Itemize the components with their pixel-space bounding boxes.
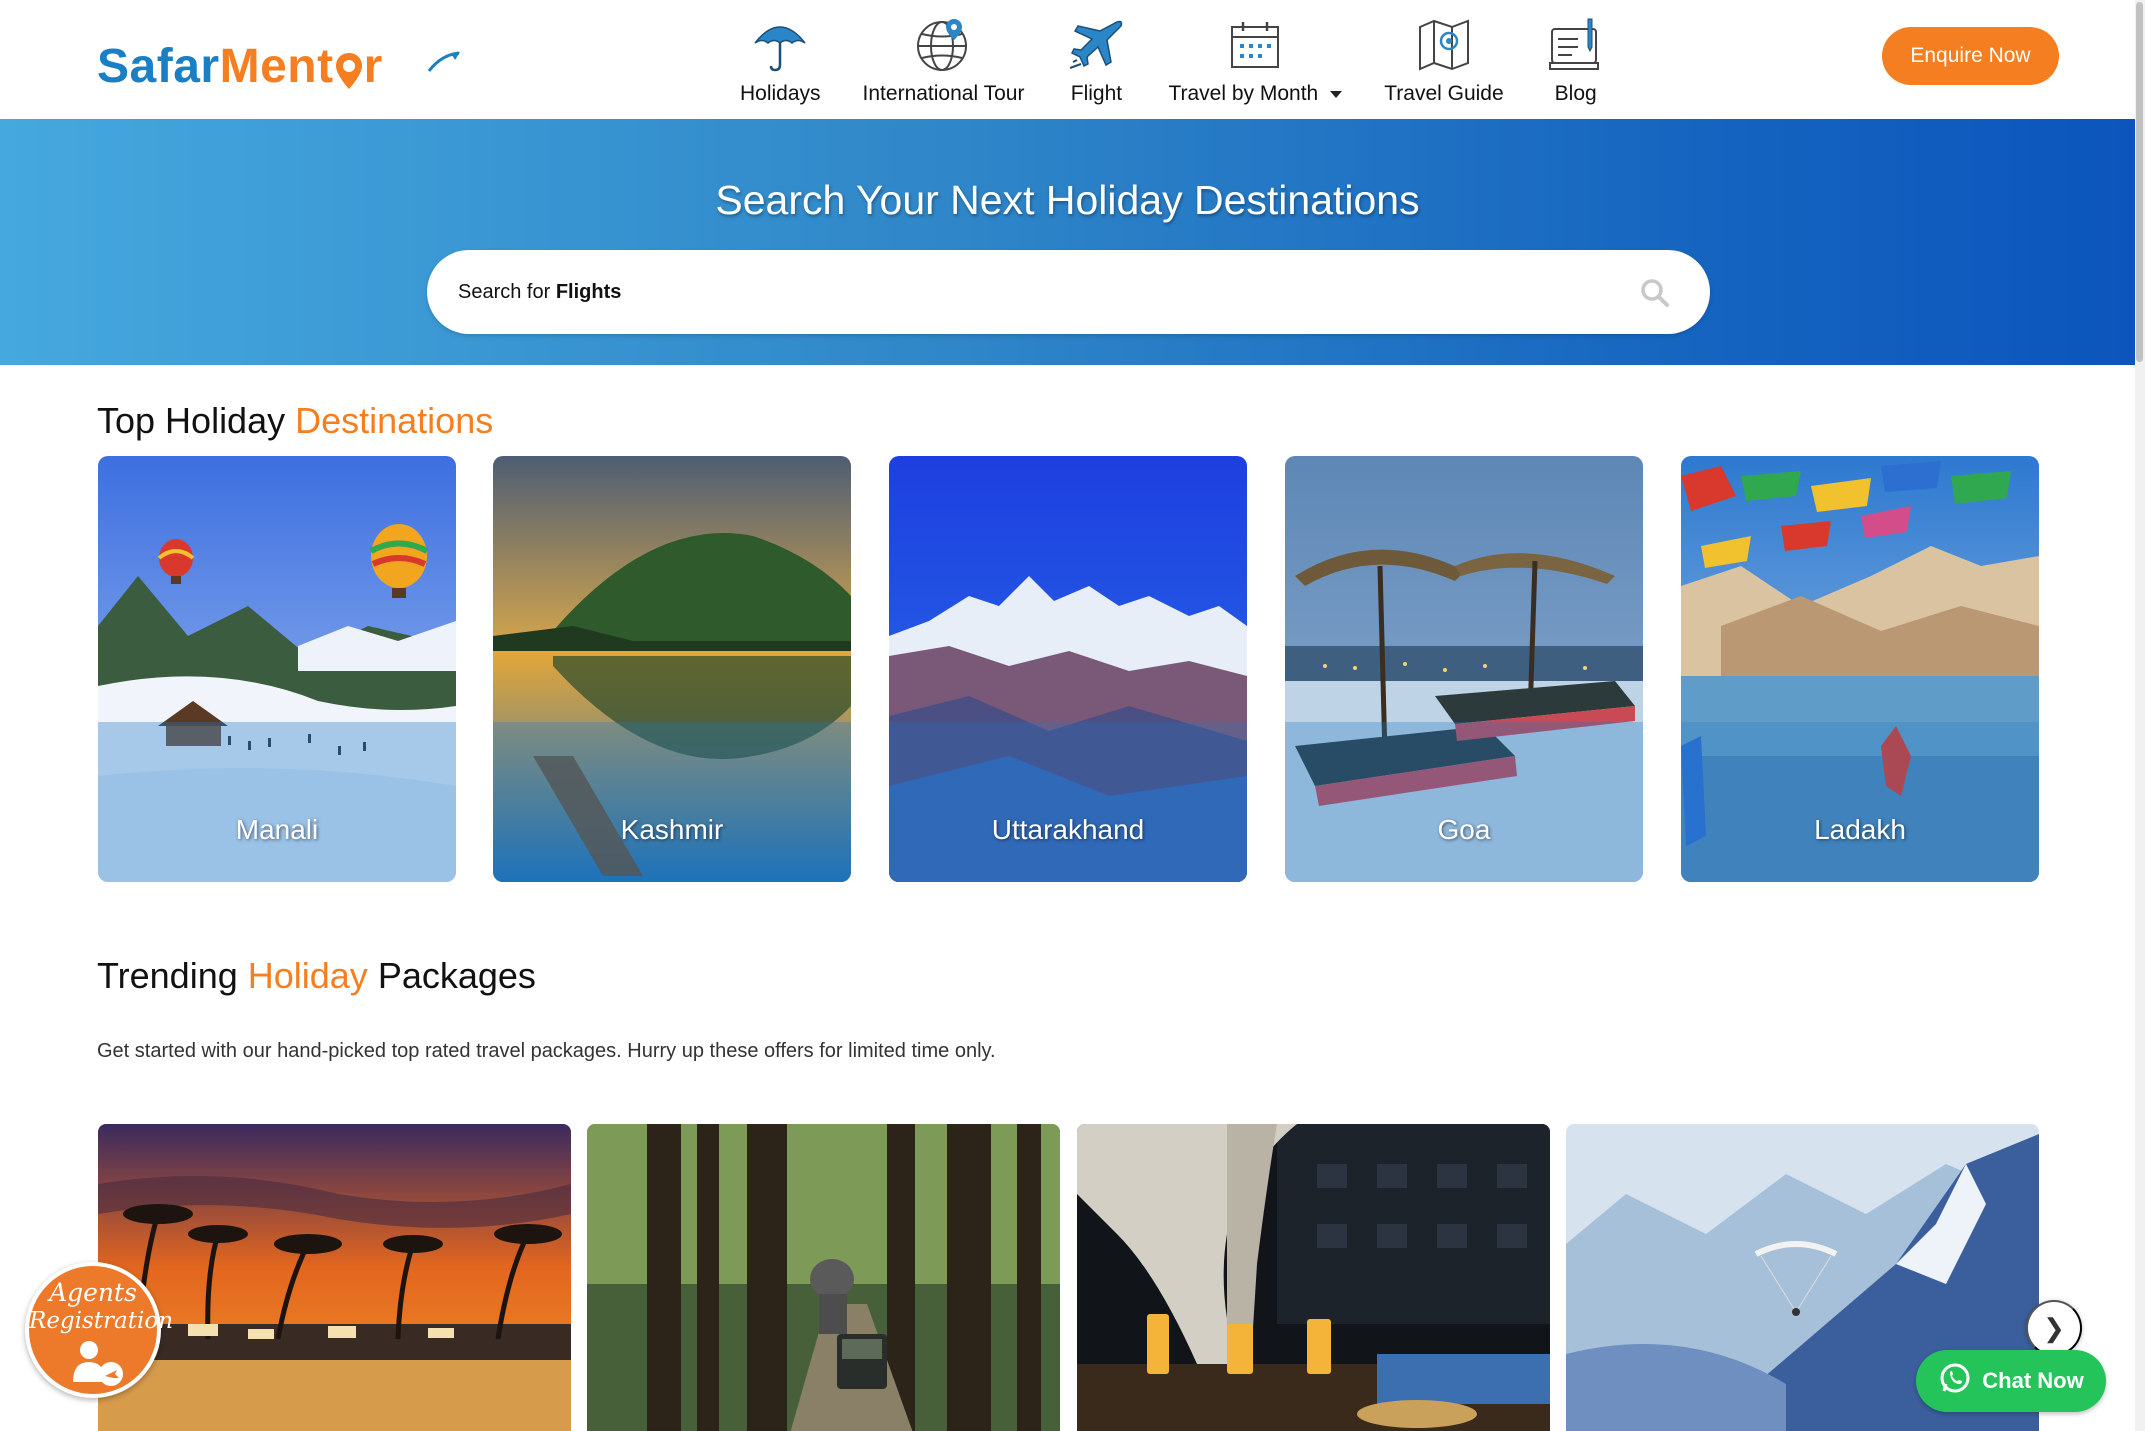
carousel-next-button[interactable]: ❯ bbox=[2026, 1300, 2082, 1356]
map-icon bbox=[1414, 16, 1474, 74]
travel-by-month-text: Travel by Month bbox=[1168, 82, 1319, 105]
search-placeholder-prefix: Search for bbox=[458, 280, 556, 303]
airplane-icon bbox=[1066, 16, 1126, 74]
destination-card-uttarakhand[interactable]: Uttarakhand bbox=[889, 456, 1247, 882]
destination-name: Manali bbox=[235, 814, 319, 845]
chat-now-label: Chat Now bbox=[1982, 1368, 2084, 1393]
enquire-now-button[interactable]: Enquire Now bbox=[1882, 27, 2059, 85]
page-scrollbar[interactable] bbox=[2135, 0, 2145, 1431]
trending-title-part2: Holiday bbox=[247, 955, 368, 996]
nav-label-international-tour: International Tour bbox=[862, 82, 1025, 105]
main-nav: Holidays International Tour Flight Trave… bbox=[740, 14, 1648, 106]
search-placeholder: Search for Flights bbox=[458, 281, 621, 304]
beach-sunset-image bbox=[98, 1124, 571, 1431]
chevron-down-icon bbox=[1330, 90, 1343, 98]
nav-item-international-tour[interactable]: International Tour bbox=[862, 16, 1025, 106]
umbrella-icon bbox=[750, 16, 810, 74]
nav-item-blog[interactable]: Blog bbox=[1546, 16, 1606, 106]
agent-airplane-icon bbox=[67, 1338, 127, 1393]
forest-safari-image bbox=[587, 1124, 1060, 1431]
globe-icon bbox=[913, 16, 973, 74]
destination-card-ladakh[interactable]: Ladakh bbox=[1681, 456, 2039, 882]
package-card[interactable] bbox=[587, 1124, 1060, 1431]
nav-item-flight[interactable]: Flight bbox=[1066, 16, 1126, 106]
logo-text-part3: r bbox=[363, 39, 383, 93]
candlelight-dinner-image bbox=[1077, 1124, 1550, 1431]
destination-name: Goa bbox=[1437, 814, 1491, 845]
calendar-icon bbox=[1225, 16, 1285, 74]
top-destinations-title: Top Holiday Destinations bbox=[97, 400, 493, 442]
brand-logo[interactable]: Safar Ment r bbox=[97, 36, 460, 96]
destination-name: Ladakh bbox=[1814, 814, 1906, 845]
nav-label-travel-guide: Travel Guide bbox=[1384, 82, 1504, 105]
destination-name: Uttarakhand bbox=[991, 814, 1145, 845]
nav-item-travel-by-month[interactable]: Travel by Month bbox=[1168, 16, 1343, 106]
destination-search-input[interactable]: Search for Flights bbox=[427, 250, 1710, 334]
agents-text: Agents bbox=[49, 1278, 137, 1307]
nav-label-travel-by-month: Travel by Month bbox=[1168, 82, 1343, 106]
logo-pin-icon bbox=[334, 48, 364, 89]
chat-now-button[interactable]: Chat Now bbox=[1916, 1350, 2106, 1412]
trending-title-part1: Trending bbox=[97, 955, 248, 996]
trending-packages-subtitle: Get started with our hand-picked top rat… bbox=[97, 1040, 996, 1062]
destination-name: Kashmir bbox=[620, 814, 724, 845]
nav-item-travel-guide[interactable]: Travel Guide bbox=[1384, 16, 1504, 106]
hero-title: Search Your Next Holiday Destinations bbox=[715, 177, 1420, 223]
logo-plane-icon bbox=[427, 32, 461, 87]
agents-registration-badge[interactable]: Agents Registration bbox=[25, 1262, 174, 1398]
nav-label-blog: Blog bbox=[1554, 82, 1597, 105]
package-card[interactable] bbox=[98, 1124, 571, 1431]
search-icon[interactable] bbox=[1640, 278, 1670, 313]
nav-label-holidays: Holidays bbox=[740, 82, 821, 105]
search-placeholder-keyword: Flights bbox=[555, 280, 622, 303]
nav-item-holidays[interactable]: Holidays bbox=[740, 16, 821, 106]
trending-title-part3: Packages bbox=[367, 955, 536, 996]
whatsapp-icon bbox=[1938, 1361, 1972, 1401]
trending-packages-title: Trending Holiday Packages bbox=[97, 955, 536, 997]
registration-text: Registration bbox=[29, 1308, 174, 1334]
top-destinations-title-part1: Top Holiday bbox=[97, 400, 296, 441]
logo-text-part1: Safar bbox=[97, 39, 220, 93]
scrollbar-thumb[interactable] bbox=[2136, 2, 2143, 362]
hero-banner: Search Your Next Holiday Destinations Se… bbox=[0, 119, 2135, 365]
package-card[interactable] bbox=[1077, 1124, 1550, 1431]
logo-text-part2: Ment bbox=[219, 39, 334, 93]
site-header: Safar Ment r Holidays International Tour … bbox=[0, 0, 2135, 119]
nav-label-flight: Flight bbox=[1070, 82, 1123, 105]
top-destinations-title-part2: Destinations bbox=[295, 400, 494, 441]
destination-card-kashmir[interactable]: Kashmir bbox=[493, 456, 851, 882]
destination-card-goa[interactable]: Goa bbox=[1285, 456, 1643, 882]
blog-icon bbox=[1546, 16, 1606, 74]
destination-card-manali[interactable]: Manali bbox=[98, 456, 456, 882]
